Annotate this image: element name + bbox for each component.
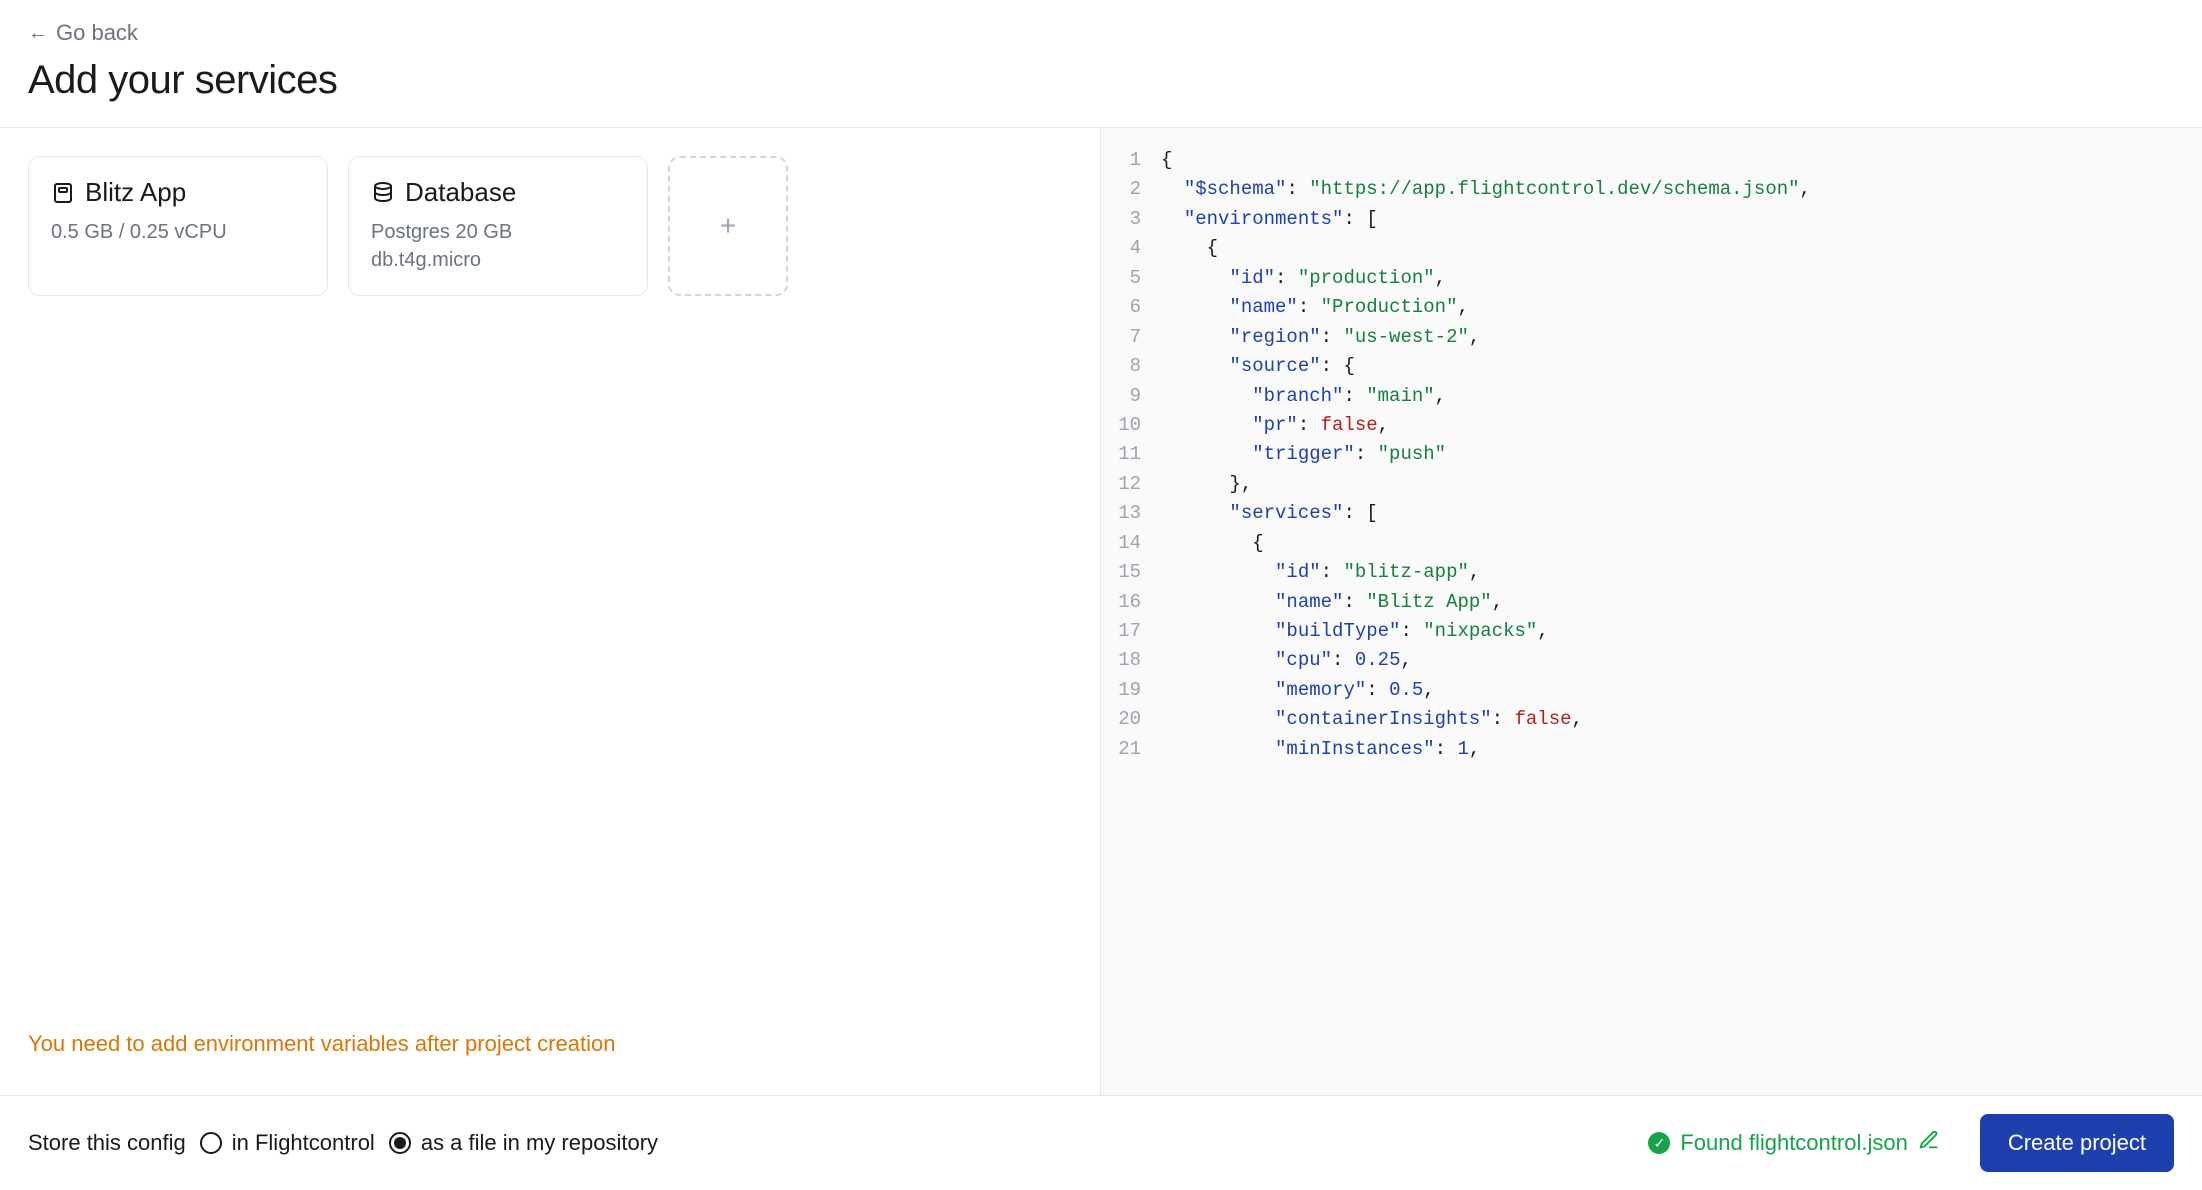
line-number: 14 (1101, 529, 1161, 558)
add-service-button[interactable]: + (668, 156, 788, 296)
arrow-left-icon: ← (28, 22, 48, 45)
found-config-status: ✓ Found flightcontrol.json (1648, 1129, 1939, 1157)
line-content: "name": "Production", (1161, 293, 2202, 322)
line-content: "$schema": "https://app.flightcontrol.de… (1161, 175, 2202, 204)
code-line: 21 "minInstances": 1, (1101, 735, 2202, 764)
code-line: 13 "services": [ (1101, 499, 2202, 528)
service-card-title: Blitz App (85, 177, 186, 208)
services-panel: Blitz App 0.5 GB / 0.25 vCPU Database Po… (0, 128, 1101, 1095)
line-number: 20 (1101, 705, 1161, 734)
code-block: 1{2 "$schema": "https://app.flightcontro… (1101, 146, 2202, 764)
service-card-subtitle: 0.5 GB / 0.25 vCPU (51, 218, 305, 246)
line-number: 2 (1101, 175, 1161, 204)
radio-label: in Flightcontrol (232, 1130, 375, 1156)
code-line: 19 "memory": 0.5, (1101, 676, 2202, 705)
radio-flightcontrol[interactable]: in Flightcontrol (200, 1130, 375, 1156)
code-line: 1{ (1101, 146, 2202, 175)
code-line: 10 "pr": false, (1101, 411, 2202, 440)
line-content: "minInstances": 1, (1161, 735, 2202, 764)
code-line: 16 "name": "Blitz App", (1101, 588, 2202, 617)
env-vars-warning: You need to add environment variables af… (28, 1031, 1072, 1067)
line-content: "name": "Blitz App", (1161, 588, 2202, 617)
line-content: "buildType": "nixpacks", (1161, 617, 2202, 646)
service-cards: Blitz App 0.5 GB / 0.25 vCPU Database Po… (28, 156, 1072, 296)
line-content: "trigger": "push" (1161, 440, 2202, 469)
line-content: "pr": false, (1161, 411, 2202, 440)
line-number: 19 (1101, 676, 1161, 705)
code-line: 2 "$schema": "https://app.flightcontrol.… (1101, 175, 2202, 204)
code-line: 14 { (1101, 529, 2202, 558)
line-number: 21 (1101, 735, 1161, 764)
line-number: 6 (1101, 293, 1161, 322)
code-panel[interactable]: 1{2 "$schema": "https://app.flightcontro… (1101, 128, 2202, 1095)
code-line: 3 "environments": [ (1101, 205, 2202, 234)
line-content: "id": "production", (1161, 264, 2202, 293)
line-number: 3 (1101, 205, 1161, 234)
line-content: "id": "blitz-app", (1161, 558, 2202, 587)
line-number: 5 (1101, 264, 1161, 293)
code-line: 5 "id": "production", (1101, 264, 2202, 293)
service-card-blitz-app[interactable]: Blitz App 0.5 GB / 0.25 vCPU (28, 156, 328, 296)
line-number: 17 (1101, 617, 1161, 646)
code-line: 4 { (1101, 234, 2202, 263)
code-line: 20 "containerInsights": false, (1101, 705, 2202, 734)
check-circle-icon: ✓ (1648, 1132, 1670, 1154)
line-content: "cpu": 0.25, (1161, 646, 2202, 675)
line-content: "containerInsights": false, (1161, 705, 2202, 734)
radio-icon (200, 1132, 222, 1154)
code-line: 6 "name": "Production", (1101, 293, 2202, 322)
line-number: 12 (1101, 470, 1161, 499)
line-content: { (1161, 234, 2202, 263)
container-icon (51, 181, 75, 205)
service-card-title: Database (405, 177, 516, 208)
radio-label: as a file in my repository (421, 1130, 658, 1156)
line-number: 11 (1101, 440, 1161, 469)
go-back-label: Go back (56, 20, 138, 46)
line-content: }, (1161, 470, 2202, 499)
line-number: 15 (1101, 558, 1161, 587)
service-card-subtitle: Postgres 20 GB db.t4g.micro (371, 218, 625, 274)
line-content: "branch": "main", (1161, 382, 2202, 411)
code-line: 17 "buildType": "nixpacks", (1101, 617, 2202, 646)
line-number: 4 (1101, 234, 1161, 263)
page-title: Add your services (28, 58, 2174, 103)
line-number: 18 (1101, 646, 1161, 675)
database-icon (371, 181, 395, 205)
line-content: "region": "us-west-2", (1161, 323, 2202, 352)
line-content: "source": { (1161, 352, 2202, 381)
line-content: "services": [ (1161, 499, 2202, 528)
radio-repository[interactable]: as a file in my repository (389, 1130, 658, 1156)
line-number: 1 (1101, 146, 1161, 175)
code-line: 15 "id": "blitz-app", (1101, 558, 2202, 587)
code-line: 7 "region": "us-west-2", (1101, 323, 2202, 352)
line-content: { (1161, 529, 2202, 558)
line-content: "memory": 0.5, (1161, 676, 2202, 705)
plus-icon: + (720, 210, 736, 242)
code-line: 9 "branch": "main", (1101, 382, 2202, 411)
line-number: 10 (1101, 411, 1161, 440)
line-content: "environments": [ (1161, 205, 2202, 234)
code-line: 8 "source": { (1101, 352, 2202, 381)
code-line: 18 "cpu": 0.25, (1101, 646, 2202, 675)
edit-icon[interactable] (1918, 1129, 1940, 1157)
create-project-button[interactable]: Create project (1980, 1114, 2174, 1172)
line-number: 16 (1101, 588, 1161, 617)
store-config-group: Store this config in Flightcontrol as a … (28, 1130, 658, 1156)
radio-icon (389, 1132, 411, 1154)
line-number: 13 (1101, 499, 1161, 528)
go-back-link[interactable]: ← Go back (28, 20, 138, 46)
code-line: 12 }, (1101, 470, 2202, 499)
store-config-label: Store this config (28, 1130, 186, 1156)
code-line: 11 "trigger": "push" (1101, 440, 2202, 469)
found-config-label: Found flightcontrol.json (1680, 1130, 1907, 1156)
line-number: 7 (1101, 323, 1161, 352)
line-number: 8 (1101, 352, 1161, 381)
service-card-database[interactable]: Database Postgres 20 GB db.t4g.micro (348, 156, 648, 296)
line-number: 9 (1101, 382, 1161, 411)
line-content: { (1161, 146, 2202, 175)
